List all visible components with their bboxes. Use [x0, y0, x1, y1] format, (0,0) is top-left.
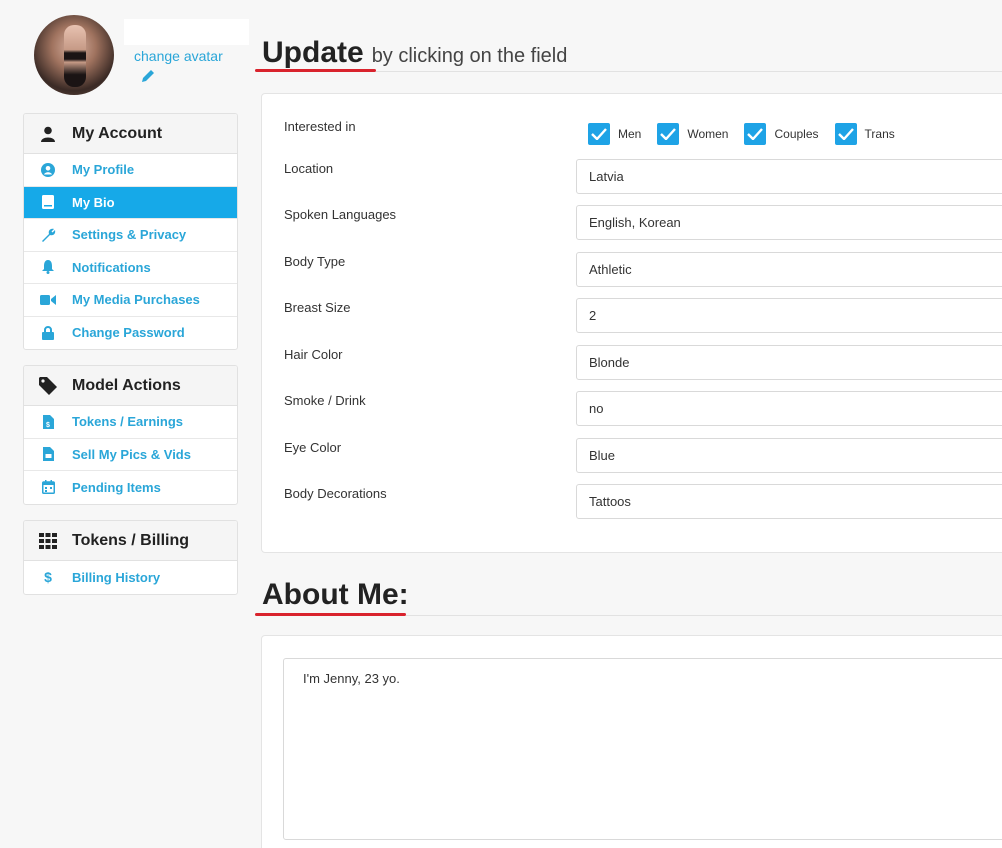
- checkbox-label: Couples: [774, 127, 819, 141]
- update-subtitle: by clicking on the field: [371, 45, 568, 67]
- update-title: Update: [262, 36, 364, 69]
- sidebar-item-settings-privacy[interactable]: Settings & Privacy: [24, 219, 237, 252]
- tokens-billing-panel: Tokens / Billing $ Billing History: [23, 520, 238, 595]
- model-actions-panel: Model Actions $ Tokens / Earnings Sell M…: [23, 365, 238, 505]
- hair-color-label: Hair Color: [284, 347, 343, 362]
- pencil-icon[interactable]: [140, 68, 156, 84]
- smoke-drink-label: Smoke / Drink: [284, 393, 366, 408]
- model-actions-header: Model Actions: [24, 366, 237, 406]
- breast-size-label: Breast Size: [284, 300, 351, 315]
- interested-in-label: Interested in: [284, 119, 356, 134]
- checkbox-couples[interactable]: Couples: [744, 123, 819, 145]
- grid-icon: [38, 532, 58, 550]
- check-icon: [657, 123, 680, 145]
- breast-size-field[interactable]: 2: [576, 298, 1002, 333]
- interested-in-options: Men Women Couples Trans: [588, 123, 911, 145]
- sidebar-item-my-profile[interactable]: My Profile: [24, 154, 237, 187]
- svg-text:$: $: [46, 422, 50, 429]
- checkbox-trans[interactable]: Trans: [834, 123, 895, 145]
- tokens-billing-header: Tokens / Billing: [24, 521, 237, 561]
- avatar[interactable]: [34, 15, 114, 95]
- update-heading: Update by clicking on the field: [262, 36, 567, 70]
- sidebar-item-label: Change Password: [72, 325, 185, 341]
- body-decorations-field[interactable]: Tattoos: [576, 484, 1002, 519]
- location-label: Location: [284, 161, 334, 176]
- token-file-icon: $: [40, 414, 56, 429]
- about-underline: [255, 613, 406, 616]
- eye-color-label: Eye Color: [284, 440, 342, 455]
- model-actions-title: Model Actions: [72, 376, 181, 394]
- checkbox-label: Trans: [864, 127, 895, 141]
- change-avatar-link[interactable]: change avatar: [134, 48, 223, 64]
- calendar-icon: [40, 480, 56, 495]
- checkbox-women[interactable]: Women: [657, 123, 728, 145]
- sidebar-item-label: My Bio: [72, 194, 115, 210]
- spoken-languages-field[interactable]: English, Korean: [576, 205, 1002, 240]
- update-underline: [255, 69, 376, 72]
- dollar-icon: $: [44, 569, 52, 586]
- tag-icon: [38, 376, 58, 395]
- sidebar-item-label: Tokens / Earnings: [72, 414, 184, 430]
- sidebar-item-label: Settings & Privacy: [72, 227, 187, 243]
- about-me-heading: About Me:: [262, 578, 409, 611]
- checkbox-men[interactable]: Men: [588, 123, 641, 145]
- username-box: [124, 19, 249, 45]
- checkbox-label: Women: [687, 127, 729, 141]
- check-icon: [834, 123, 857, 145]
- sidebar-item-my-media-purchases[interactable]: My Media Purchases: [24, 284, 237, 317]
- eye-color-field[interactable]: Blue: [576, 438, 1002, 473]
- body-type-label: Body Type: [284, 254, 346, 269]
- checkbox-label: Men: [618, 127, 642, 141]
- sidebar-item-tokens-earnings[interactable]: $ Tokens / Earnings: [24, 406, 237, 439]
- sidebar-item-sell-pics-vids[interactable]: Sell My Pics & Vids: [24, 439, 237, 471]
- sidebar-item-label: Pending Items: [72, 479, 161, 495]
- bell-icon: [40, 260, 56, 275]
- book-icon: [40, 195, 56, 210]
- image-file-icon: [40, 447, 56, 462]
- sidebar-item-label: Billing History: [72, 569, 161, 585]
- hair-color-field[interactable]: Blonde: [576, 345, 1002, 380]
- check-icon: [744, 123, 767, 145]
- sidebar-item-notifications[interactable]: Notifications: [24, 252, 237, 284]
- update-divider: [376, 71, 1002, 72]
- body-decorations-label: Body Decorations: [284, 486, 387, 501]
- spoken-languages-label: Spoken Languages: [284, 207, 397, 222]
- my-account-title: My Account: [72, 124, 163, 142]
- sidebar-item-label: Sell My Pics & Vids: [72, 446, 191, 462]
- my-account-panel: My Account My Profile My Bio Settings & …: [23, 113, 238, 350]
- sidebar-item-change-password[interactable]: Change Password: [24, 317, 237, 350]
- user-circle-icon: [40, 162, 56, 177]
- sidebar-item-billing-history[interactable]: $ Billing History: [24, 561, 237, 594]
- wrench-icon: [40, 228, 56, 242]
- location-field[interactable]: Latvia: [576, 159, 1002, 194]
- about-me-textarea[interactable]: I'm Jenny, 23 yo.: [283, 658, 1002, 840]
- lock-icon: [40, 325, 56, 340]
- video-icon: [40, 293, 56, 307]
- tokens-billing-title: Tokens / Billing: [72, 531, 190, 549]
- check-icon: [588, 123, 610, 145]
- my-account-header: My Account: [24, 114, 237, 154]
- sidebar-item-my-bio[interactable]: My Bio: [24, 186, 237, 219]
- sidebar-item-label: My Profile: [72, 162, 135, 178]
- sidebar-item-pending-items[interactable]: Pending Items: [24, 471, 237, 504]
- smoke-drink-field[interactable]: no: [576, 391, 1002, 426]
- about-divider: [406, 615, 1002, 616]
- sidebar-item-label: My Media Purchases: [72, 292, 200, 308]
- body-type-field[interactable]: Athletic: [576, 252, 1002, 287]
- sidebar-item-label: Notifications: [72, 259, 151, 275]
- user-icon: [38, 125, 58, 143]
